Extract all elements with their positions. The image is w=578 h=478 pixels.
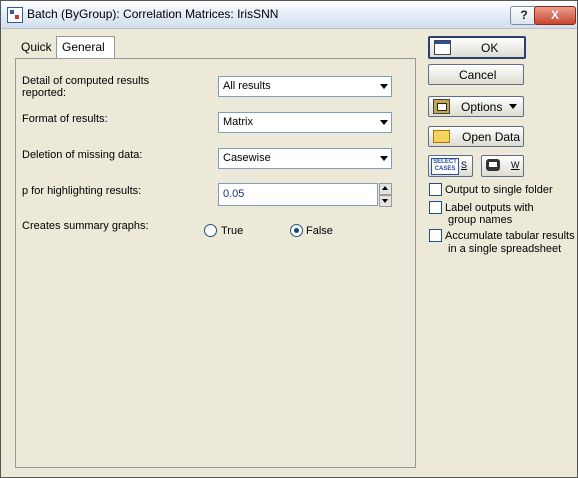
label-outputs-label-line2: group names [448,214,513,226]
label-outputs-checkbox[interactable] [429,201,442,214]
chevron-down-icon [380,120,388,125]
output-single-folder-label: Output to single folder [445,184,553,196]
weight-icon [486,159,500,171]
spin-up-button[interactable] [379,183,392,195]
options-button[interactable]: Options [428,96,524,117]
format-label: Format of results: [22,113,108,125]
detail-combo[interactable]: All results [218,76,392,97]
p-spinner: 0.05 [218,183,392,207]
chevron-down-icon [380,84,388,89]
open-data-button[interactable]: Open Data [428,126,524,147]
p-value-field[interactable]: 0.05 [218,183,378,206]
p-value: 0.05 [223,188,245,200]
graphs-label: Creates summary graphs: [22,220,149,232]
format-combo[interactable]: Matrix [218,112,392,133]
dialog-window: Batch (ByGroup): Correlation Matrices: I… [0,0,578,478]
tab-quick[interactable]: Quick [16,38,59,57]
accumulate-checkbox[interactable] [429,229,442,242]
select-cases-button[interactable]: SELECT CASES S [428,155,473,177]
open-data-label: Open Data [462,130,521,144]
label-outputs-label-line1: Label outputs with [445,202,534,214]
weights-letter: W [511,160,520,170]
accumulate-label-line1: Accumulate tabular results [445,230,575,242]
deletion-value: Casewise [223,152,271,164]
chevron-down-icon [380,156,388,161]
detail-label: Detail of computed results reported: [22,75,150,99]
accumulate-label-line2: in a single spreadsheet [448,243,562,255]
graphs-false-label: False [306,225,333,237]
window-title: Batch (ByGroup): Correlation Matrices: I… [27,7,279,21]
tab-general[interactable]: General [56,36,115,58]
options-icon [433,99,450,114]
cancel-button[interactable]: Cancel [428,64,524,85]
p-label: p for highlighting results: [22,185,142,197]
window-icon [434,40,451,55]
format-value: Matrix [223,116,253,128]
deletion-label: Deletion of missing data: [22,149,143,161]
detail-value: All results [223,80,271,92]
graphs-true-radio[interactable] [204,224,217,237]
weights-button[interactable]: W [481,155,524,177]
output-single-folder-checkbox[interactable] [429,183,442,196]
deletion-combo[interactable]: Casewise [218,148,392,169]
graphs-false-radio[interactable] [290,224,303,237]
ok-button[interactable]: OK [428,36,526,59]
app-icon [7,7,23,23]
spin-down-button[interactable] [379,195,392,207]
select-cases-icon: SELECT CASES [431,158,459,175]
cancel-label: Cancel [459,68,497,82]
options-label: Options [461,100,503,114]
title-bar[interactable]: Batch (ByGroup): Correlation Matrices: I… [1,1,577,29]
chevron-down-icon [509,104,517,109]
select-cases-letter: S [461,160,468,170]
general-tab-panel: Detail of computed results reported: All… [15,58,416,468]
close-button[interactable]: X [534,6,576,25]
ok-label: OK [481,41,499,55]
folder-icon [433,130,450,143]
graphs-true-label: True [221,225,244,237]
